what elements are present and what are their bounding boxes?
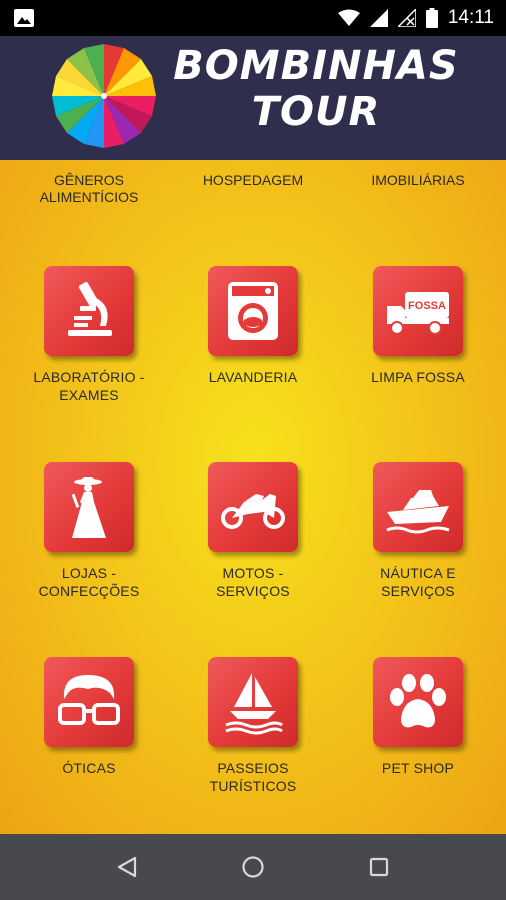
- washing-machine-icon: [228, 282, 278, 340]
- limpa-fossa-tile[interactable]: FOSSA: [373, 266, 463, 356]
- recents-button[interactable]: [366, 854, 392, 880]
- category-label: NÁUTICA E SERVIÇOS: [380, 565, 456, 599]
- category-imobiliarias[interactable]: IMOBILIÁRIAS: [343, 172, 493, 189]
- yacht-icon: [386, 490, 450, 534]
- category-grid: GÊNEROS ALIMENTÍCIOS HOSPEDAGEM IMOBILIÁ…: [0, 160, 506, 834]
- recents-icon: [369, 857, 389, 877]
- signal-icon: [369, 9, 388, 27]
- passeios-tile[interactable]: [208, 657, 298, 747]
- category-label: LOJAS - CONFECÇÕES: [38, 565, 140, 599]
- battery-icon: [425, 8, 438, 28]
- category-generos-alimenticios[interactable]: GÊNEROS ALIMENTÍCIOS: [14, 172, 164, 206]
- back-button[interactable]: [114, 854, 140, 880]
- nautica-tile[interactable]: [373, 462, 463, 552]
- category-label: LABORATÓRIO - EXAMES: [33, 369, 145, 403]
- image-icon: [14, 9, 34, 27]
- category-label: LIMPA FOSSA: [371, 369, 465, 385]
- brand-line1: BOMBINHAS: [173, 43, 459, 89]
- wifi-icon: [337, 9, 360, 26]
- microscope-icon: [68, 281, 112, 336]
- laboratorio-tile[interactable]: [44, 266, 134, 356]
- brand-title: BOMBINHAS TOUR: [166, 46, 466, 132]
- home-icon: [242, 856, 264, 878]
- signal-empty-icon: [397, 9, 416, 27]
- umbrella-logo-icon: [52, 44, 156, 148]
- dress-icon: [71, 477, 106, 538]
- motos-tile[interactable]: [208, 462, 298, 552]
- category-label: PASSEIOS TURÍSTICOS: [209, 760, 297, 794]
- android-nav-bar: [0, 834, 506, 900]
- septic-truck-icon: FOSSA: [387, 292, 449, 335]
- lojas-tile[interactable]: [44, 462, 134, 552]
- oticas-tile[interactable]: [44, 657, 134, 747]
- status-time: 14:11: [447, 7, 494, 28]
- category-label: MOTOS - SERVIÇOS: [216, 565, 290, 599]
- lavanderia-tile[interactable]: [208, 266, 298, 356]
- category-label: PET SHOP: [381, 760, 455, 776]
- glasses-icon: [58, 675, 120, 725]
- status-bar: 14:11: [0, 0, 506, 36]
- back-icon: [117, 856, 137, 878]
- category-label: ÓTICAS: [62, 760, 116, 776]
- motorcycle-icon: [221, 494, 285, 529]
- pet-shop-tile[interactable]: [373, 657, 463, 747]
- status-icons: 14:11: [337, 7, 494, 29]
- category-hospedagem[interactable]: HOSPEDAGEM: [178, 172, 328, 189]
- svg-text:FOSSA: FOSSA: [408, 300, 446, 312]
- sailboat-icon: [225, 673, 283, 735]
- app-header: BOMBINHAS TOUR: [0, 36, 506, 160]
- home-button[interactable]: [240, 854, 266, 880]
- paw-icon: [390, 674, 446, 728]
- category-label: LAVANDERIA: [208, 369, 298, 385]
- brand-line2: TOUR: [251, 89, 381, 135]
